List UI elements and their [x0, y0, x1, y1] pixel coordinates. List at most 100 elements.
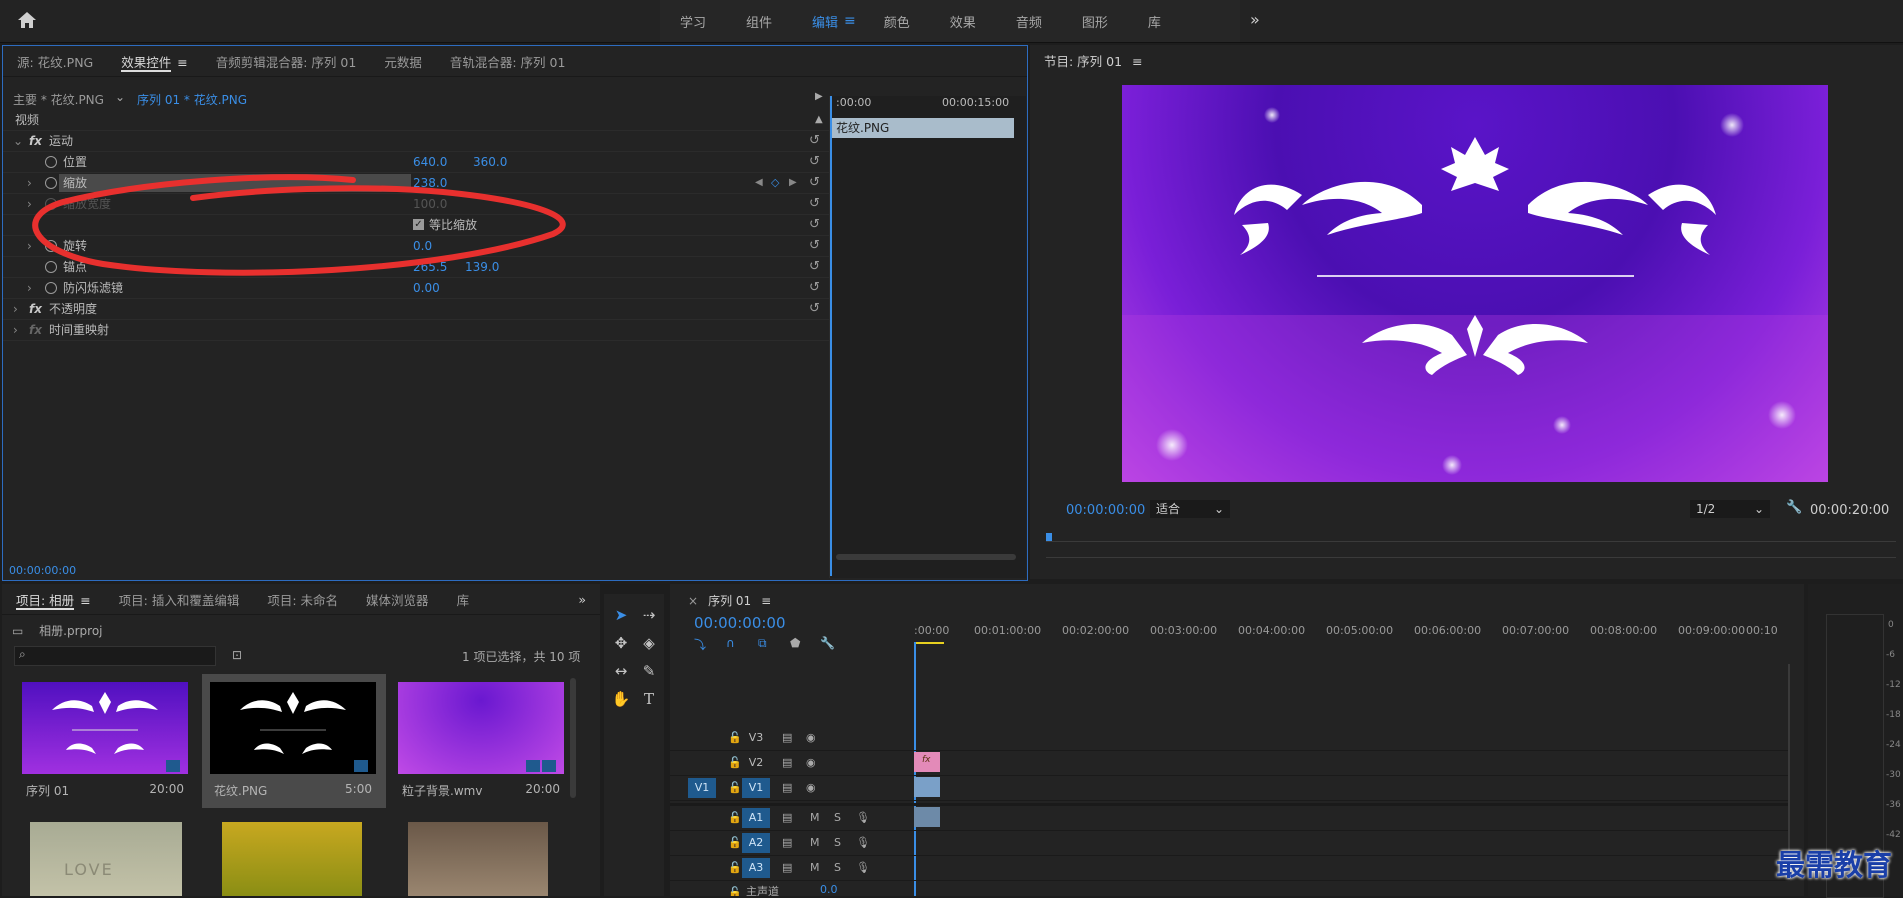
workspace-more-icon[interactable]: »: [1250, 10, 1260, 29]
project-item[interactable]: 序列 01 20:00: [14, 674, 198, 808]
mini-timeline-scrollbar[interactable]: [836, 554, 1016, 560]
slip-tool-icon[interactable]: ↔: [610, 660, 632, 682]
next-keyframe-icon[interactable]: ▶: [789, 173, 797, 193]
tab-libraries[interactable]: 库: [443, 590, 484, 609]
reset-icon[interactable]: ↺: [809, 299, 820, 319]
track-master[interactable]: 🔓 主声道 0.0: [670, 881, 1790, 896]
microphone-icon[interactable]: 🎙: [856, 861, 870, 874]
reset-icon[interactable]: ↺: [809, 131, 820, 151]
timeline-ruler[interactable]: :00:00 00:01:00:00 00:02:00:00 00:03:00:…: [914, 620, 1778, 648]
tab-audio-clip-mixer[interactable]: 音频剪辑混合器: 序列 01: [202, 52, 371, 71]
clip-v2[interactable]: fx: [914, 752, 940, 772]
track-v1[interactable]: V1 🔓 V1 ▤ ◉: [670, 776, 1790, 801]
workspace-tab-graphics[interactable]: 图形: [1062, 12, 1128, 31]
reset-icon[interactable]: ↺: [809, 152, 820, 172]
search-filter-icon[interactable]: ⊡: [232, 648, 242, 662]
sync-icon[interactable]: ▤: [782, 861, 792, 874]
hand-tool-icon[interactable]: ✋: [610, 688, 632, 710]
add-marker-icon[interactable]: ⬟: [790, 636, 800, 650]
reset-icon[interactable]: ↺: [809, 257, 820, 277]
thumbnail-couple[interactable]: [408, 822, 548, 896]
wrench-icon[interactable]: 🔧: [820, 636, 835, 650]
reset-icon[interactable]: ↺: [809, 236, 820, 256]
resolution-dropdown[interactable]: 1/2 ⌄: [1690, 500, 1770, 518]
effect-timecode[interactable]: 00:00:00:00: [9, 564, 76, 577]
reset-icon[interactable]: ↺: [809, 194, 820, 214]
chevron-down-icon[interactable]: ⌄: [115, 90, 125, 104]
panel-menu-icon[interactable]: ≡: [177, 55, 187, 70]
position-y-value[interactable]: 360.0: [473, 152, 507, 172]
timeline-timecode[interactable]: 00:00:00:00: [694, 614, 786, 632]
lock-icon[interactable]: 🔓: [728, 811, 742, 824]
tab-source[interactable]: 源: 花纹.PNG: [3, 52, 107, 71]
sync-icon[interactable]: ▤: [782, 731, 792, 744]
tab-effect-controls[interactable]: 效果控件 ≡: [107, 52, 202, 72]
program-playhead[interactable]: [1046, 533, 1052, 541]
effect-time-remap[interactable]: › fx 时间重映射: [3, 320, 833, 341]
tab-media-browser[interactable]: 媒体浏览器: [352, 590, 443, 609]
nest-icon[interactable]: ⤵: [694, 636, 706, 653]
track-a1[interactable]: 🔓 A1 ▤ M S 🎙: [670, 806, 1790, 831]
type-tool-icon[interactable]: T: [638, 688, 660, 710]
master-volume-value[interactable]: 0.0: [820, 883, 838, 896]
track-name[interactable]: V2: [742, 753, 770, 773]
thumbnail-girl-field[interactable]: [222, 822, 362, 896]
tab-project-album[interactable]: 项目: 相册 ≡: [2, 590, 105, 610]
panel-more-icon[interactable]: »: [564, 592, 600, 607]
position-x-value[interactable]: 640.0: [413, 152, 447, 172]
collapse-up-icon[interactable]: ▲: [815, 110, 823, 130]
track-name[interactable]: A3: [742, 858, 770, 878]
lock-icon[interactable]: 🔓: [728, 886, 742, 896]
program-zoom-bar[interactable]: [1046, 557, 1896, 558]
pen-tool-icon[interactable]: ✎: [638, 660, 660, 682]
workspace-tab-learn[interactable]: 学习: [660, 12, 726, 31]
workspace-tab-effects[interactable]: 效果: [930, 12, 996, 31]
close-icon[interactable]: ×: [688, 594, 698, 608]
sync-icon[interactable]: ▤: [782, 756, 792, 769]
lock-icon[interactable]: 🔓: [728, 731, 742, 744]
microphone-icon[interactable]: 🎙: [856, 811, 870, 824]
tab-metadata[interactable]: 元数据: [370, 52, 436, 71]
fit-dropdown[interactable]: 适合 ⌄: [1150, 500, 1230, 518]
track-v3[interactable]: 🔓 V3 ▤ ◉: [670, 726, 1790, 751]
project-item[interactable]: 粒子背景.wmv 20:00: [390, 674, 574, 808]
playhead[interactable]: [830, 96, 832, 576]
solo-button[interactable]: S: [834, 811, 841, 824]
prop-position[interactable]: 位置 640.0 360.0 ↺: [3, 152, 833, 173]
tab-project-insert[interactable]: 项目: 插入和覆盖编辑: [105, 590, 254, 609]
wrench-icon[interactable]: 🔧: [1786, 500, 1802, 515]
workspace-tab-audio[interactable]: 音频: [996, 12, 1062, 31]
selection-tool-icon[interactable]: ➤: [610, 604, 632, 626]
program-ruler[interactable]: [1046, 533, 1896, 542]
clip-v1[interactable]: [914, 777, 940, 797]
project-item-selected[interactable]: 花纹.PNG 5:00: [202, 674, 386, 808]
sync-icon[interactable]: ▤: [782, 811, 792, 824]
track-a3[interactable]: 🔓 A3 ▤ M S 🎙: [670, 856, 1790, 881]
track-name[interactable]: V1: [742, 778, 770, 798]
source-patch[interactable]: V1: [688, 778, 716, 798]
project-scrollbar[interactable]: [570, 678, 576, 798]
ripple-edit-tool-icon[interactable]: ✥: [610, 632, 632, 654]
sequence-clip-label[interactable]: 序列 01 * 花纹.PNG: [137, 91, 247, 108]
tab-audio-track-mixer[interactable]: 音轨混合器: 序列 01: [436, 52, 580, 71]
chevron-right-icon[interactable]: ›: [13, 320, 18, 340]
stopwatch-icon[interactable]: [45, 282, 57, 294]
reset-icon[interactable]: ↺: [809, 215, 820, 235]
solo-button[interactable]: S: [834, 836, 841, 849]
mini-timeline-clip[interactable]: 花纹.PNG: [832, 118, 1014, 138]
workspace-menu-icon[interactable]: ≡: [844, 13, 856, 29]
panel-menu-icon[interactable]: ≡: [80, 593, 90, 608]
track-name[interactable]: A1: [742, 808, 770, 828]
home-icon[interactable]: [16, 10, 40, 32]
reset-icon[interactable]: ↺: [809, 173, 820, 193]
track-select-tool-icon[interactable]: ⇢: [638, 604, 660, 626]
eye-icon[interactable]: ◉: [806, 756, 816, 769]
mute-button[interactable]: M: [810, 836, 820, 849]
lock-icon[interactable]: 🔓: [728, 756, 742, 769]
mute-button[interactable]: M: [810, 861, 820, 874]
workspace-tab-color[interactable]: 颜色: [864, 12, 930, 31]
prev-keyframe-icon[interactable]: ◀: [755, 173, 763, 193]
snap-magnet-icon[interactable]: ∩: [726, 636, 735, 650]
fx-icon[interactable]: fx: [29, 299, 42, 319]
tab-project-untitled[interactable]: 项目: 未命名: [253, 590, 352, 609]
